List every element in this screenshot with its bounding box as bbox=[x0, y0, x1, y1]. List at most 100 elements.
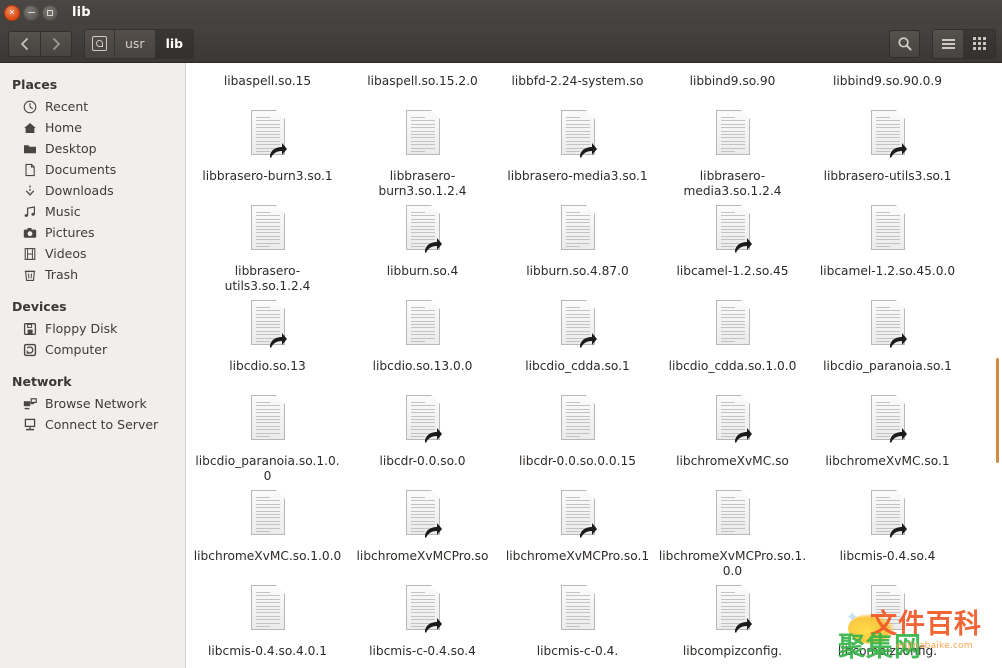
file-item[interactable]: libbrasero-utils3.so.1 bbox=[810, 106, 965, 201]
file-name: libbrasero-burn3.so.1 bbox=[193, 169, 343, 184]
search-button[interactable] bbox=[889, 30, 920, 58]
file-icon bbox=[554, 395, 602, 451]
file-item[interactable]: libaspell.so.15 bbox=[190, 63, 345, 106]
sidebar-item-home[interactable]: Home bbox=[0, 117, 185, 138]
scrollbar-thumb[interactable] bbox=[996, 358, 999, 463]
file-item[interactable]: libbrasero-media3.so.1 bbox=[500, 106, 655, 201]
file-item[interactable]: libcdio.so.13 bbox=[190, 296, 345, 391]
breadcrumb-item-lib[interactable]: lib bbox=[156, 30, 194, 58]
file-item[interactable]: libbrasero-burn3.so.1.2.4 bbox=[345, 106, 500, 201]
titlebar: ✕ lib bbox=[0, 0, 1002, 25]
file-name: libcmis-c-0.4.so.4 bbox=[348, 644, 498, 659]
symlink-arrow-icon bbox=[268, 141, 288, 159]
file-item[interactable]: libcdio_paranoia.so.1.0.0 bbox=[190, 391, 345, 486]
file-item[interactable]: libbrasero-burn3.so.1 bbox=[190, 106, 345, 201]
file-item[interactable]: libcdio_paranoia.so.1 bbox=[810, 296, 965, 391]
file-item[interactable]: libchromeXvMC.so bbox=[655, 391, 810, 486]
breadcrumb-item-usr[interactable]: usr bbox=[115, 30, 156, 58]
sidebar-item-desktop[interactable]: Desktop bbox=[0, 138, 185, 159]
view-grid-button[interactable] bbox=[964, 30, 995, 58]
close-icon[interactable]: ✕ bbox=[4, 5, 20, 21]
sidebar-section-devices: Devices bbox=[0, 285, 185, 318]
file-icon bbox=[399, 63, 447, 71]
camera-icon bbox=[22, 225, 38, 241]
sidebar-item-connect-to-server[interactable]: Connect to Server bbox=[0, 414, 185, 435]
sidebar-item-music[interactable]: Music bbox=[0, 201, 185, 222]
file-item[interactable]: libcdio_cdda.so.1 bbox=[500, 296, 655, 391]
file-item[interactable]: libcdr-0.0.so.0 bbox=[345, 391, 500, 486]
file-item[interactable]: libchromeXvMC.so.1.0.0 bbox=[190, 486, 345, 581]
symlink-arrow-icon bbox=[888, 521, 908, 539]
file-item[interactable]: libburn.so.4 bbox=[345, 201, 500, 296]
window-title: lib bbox=[72, 5, 91, 20]
symlink-arrow-icon bbox=[733, 236, 753, 254]
navigation-buttons bbox=[8, 31, 72, 57]
file-name: libcdio_paranoia.so.1 bbox=[813, 359, 963, 374]
file-icon bbox=[864, 585, 912, 641]
file-item[interactable]: libaspell.so.15.2.0 bbox=[345, 63, 500, 106]
file-item[interactable]: libcdio_cdda.so.1.0.0 bbox=[655, 296, 810, 391]
file-list-view[interactable]: libaspell.so.15libaspell.so.15.2.0libbfd… bbox=[187, 63, 1002, 668]
file-symlink-icon bbox=[864, 490, 912, 546]
file-icon bbox=[709, 300, 757, 356]
sidebar-item-documents[interactable]: Documents bbox=[0, 159, 185, 180]
minimize-icon[interactable] bbox=[23, 5, 39, 21]
file-item[interactable]: libcompizconfig. bbox=[655, 581, 810, 668]
sidebar-item-videos[interactable]: Videos bbox=[0, 243, 185, 264]
symlink-arrow-icon bbox=[733, 616, 753, 634]
file-item[interactable]: libbind9.so.90.0.9 bbox=[810, 63, 965, 106]
file-item[interactable]: libcmis-c-0.4. bbox=[500, 581, 655, 668]
file-item[interactable]: libchromeXvMCPro.so.1.0.0 bbox=[655, 486, 810, 581]
sidebar-item-floppy-disk[interactable]: Floppy Disk bbox=[0, 318, 185, 339]
file-name: libcmis-0.4.so.4.0.1 bbox=[193, 644, 343, 659]
folder-icon bbox=[22, 141, 38, 157]
sidebar-item-label: Floppy Disk bbox=[45, 321, 117, 336]
chevron-left-icon bbox=[19, 37, 30, 51]
file-item[interactable]: libbrasero-media3.so.1.2.4 bbox=[655, 106, 810, 201]
file-symlink-icon bbox=[709, 395, 757, 451]
symlink-arrow-icon bbox=[888, 426, 908, 444]
sidebar-item-label: Connect to Server bbox=[45, 417, 158, 432]
symlink-arrow-icon bbox=[268, 331, 288, 349]
file-item[interactable]: libbind9.so.90 bbox=[655, 63, 810, 106]
file-item[interactable]: libbfd-2.24-system.so bbox=[500, 63, 655, 106]
sidebar-item-label: Computer bbox=[45, 342, 107, 357]
symlink-arrow-icon bbox=[423, 521, 443, 539]
file-item[interactable]: libchromeXvMCPro.so bbox=[345, 486, 500, 581]
back-button[interactable] bbox=[8, 31, 40, 57]
breadcrumb-item-computer[interactable] bbox=[85, 30, 115, 58]
sidebar-item-recent[interactable]: Recent bbox=[0, 96, 185, 117]
sidebar-item-label: Home bbox=[45, 120, 82, 135]
file-item[interactable]: libchromeXvMC.so.1 bbox=[810, 391, 965, 486]
file-item[interactable]: libcamel-1.2.so.45.0.0 bbox=[810, 201, 965, 296]
file-symlink-icon bbox=[709, 205, 757, 261]
file-item[interactable]: libcmis-0.4.so.4.0.1 bbox=[190, 581, 345, 668]
file-name: libcdio_cdda.so.1 bbox=[503, 359, 653, 374]
symlink-arrow-icon bbox=[888, 331, 908, 349]
vertical-scrollbar[interactable] bbox=[998, 63, 1002, 668]
sidebar-item-trash[interactable]: Trash bbox=[0, 264, 185, 285]
file-symlink-icon bbox=[399, 205, 447, 261]
file-item[interactable]: libcdr-0.0.so.0.0.15 bbox=[500, 391, 655, 486]
file-symlink-icon bbox=[399, 395, 447, 451]
forward-button[interactable] bbox=[40, 31, 72, 57]
file-item[interactable]: libcdio.so.13.0.0 bbox=[345, 296, 500, 391]
file-item[interactable]: libcmis-0.4.so.4 bbox=[810, 486, 965, 581]
file-item[interactable]: libcamel-1.2.so.45 bbox=[655, 201, 810, 296]
file-item[interactable]: libbrasero-utils3.so.1.2.4 bbox=[190, 201, 345, 296]
file-name: libcdr-0.0.so.0 bbox=[348, 454, 498, 469]
menu-button[interactable] bbox=[933, 30, 964, 58]
toolbar: usr lib bbox=[0, 25, 1002, 63]
file-name: libbrasero-utils3.so.1 bbox=[813, 169, 963, 184]
maximize-icon[interactable] bbox=[42, 5, 58, 21]
sidebar-item-browse-network[interactable]: Browse Network bbox=[0, 393, 185, 414]
sidebar-item-pictures[interactable]: Pictures bbox=[0, 222, 185, 243]
file-item[interactable]: libcompizconfig. bbox=[810, 581, 965, 668]
file-symlink-icon bbox=[399, 585, 447, 641]
file-item[interactable]: libchromeXvMCPro.so.1 bbox=[500, 486, 655, 581]
file-item[interactable]: libcmis-c-0.4.so.4 bbox=[345, 581, 500, 668]
sidebar-item-downloads[interactable]: Downloads bbox=[0, 180, 185, 201]
file-item[interactable]: libburn.so.4.87.0 bbox=[500, 201, 655, 296]
sidebar-item-computer[interactable]: Computer bbox=[0, 339, 185, 360]
file-manager-window: ✕ lib usr lib bbox=[0, 0, 1002, 668]
